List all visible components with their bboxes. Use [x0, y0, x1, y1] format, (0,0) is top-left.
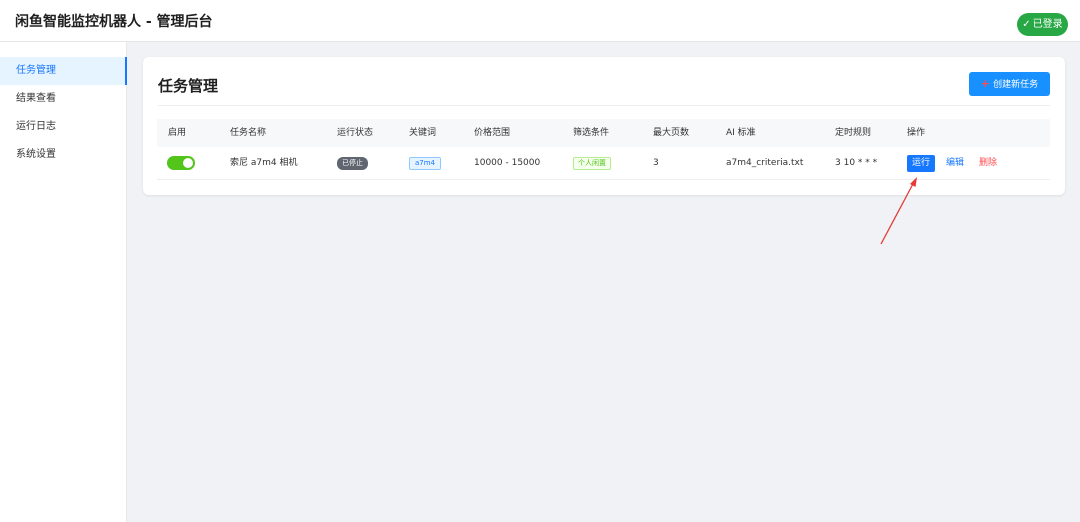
sidebar: 任务管理 结果查看 运行日志 系统设置	[0, 42, 127, 522]
table-row: 索尼 a7m4 相机 已停止 a7m4 10000 - 15000 个人闲置 3…	[157, 147, 1050, 180]
plus-icon: +	[980, 77, 991, 90]
toggle-knob	[183, 158, 193, 168]
column-header-keyword: 关键词	[409, 128, 437, 138]
keyword-tag: a7m4	[409, 157, 442, 170]
login-status-badge: ✓ 已登录	[1017, 13, 1068, 36]
price-range: 10000 - 15000	[474, 158, 541, 168]
app-title: 闲鱼智能监控机器人 - 管理后台	[15, 14, 213, 30]
task-management-card: 任务管理 + 创建新任务 启用 任务名称 运行状态 关键词 价格范围 筛选条件 最…	[143, 57, 1065, 195]
sidebar-item-results[interactable]: 结果查看	[0, 85, 127, 113]
app-header: 闲鱼智能监控机器人 - 管理后台 ✓ 已登录	[0, 0, 1080, 42]
sidebar-item-logs[interactable]: 运行日志	[0, 113, 127, 141]
column-header-name: 任务名称	[230, 128, 267, 138]
check-icon: ✓	[1022, 19, 1031, 30]
max-pages: 3	[653, 158, 659, 168]
filter-tag: 个人闲置	[573, 157, 611, 170]
schedule-cron: 3 10 * * *	[835, 158, 878, 168]
column-header-schedule: 定时规则	[835, 128, 872, 138]
login-status-label: 已登录	[1032, 19, 1063, 30]
column-header-filter: 筛选条件	[573, 128, 610, 138]
delete-link[interactable]: 删除	[979, 147, 997, 180]
task-name: 索尼 a7m4 相机	[230, 158, 298, 168]
edit-link[interactable]: 编辑	[946, 147, 964, 180]
sidebar-item-task-management[interactable]: 任务管理	[0, 57, 127, 85]
enable-toggle[interactable]	[167, 156, 195, 170]
column-header-ai-criteria: AI 标准	[726, 128, 756, 138]
create-task-label: 创建新任务	[993, 80, 1039, 90]
status-badge: 已停止	[337, 157, 368, 170]
ai-criteria-file: a7m4_criteria.txt	[726, 158, 804, 168]
page-title: 任务管理	[158, 77, 219, 95]
sidebar-item-settings[interactable]: 系统设置	[0, 141, 127, 169]
run-button[interactable]: 运行	[907, 155, 935, 172]
divider	[158, 105, 1050, 106]
column-header-enabled: 启用	[168, 128, 187, 138]
column-header-max-pages: 最大页数	[653, 128, 690, 138]
column-header-actions: 操作	[907, 128, 926, 138]
create-task-button[interactable]: + 创建新任务	[969, 72, 1050, 96]
column-header-status: 运行状态	[337, 128, 374, 138]
table-header: 启用 任务名称 运行状态 关键词 价格范围 筛选条件 最大页数 AI 标准 定时…	[157, 119, 1050, 147]
column-header-price: 价格范围	[474, 128, 511, 138]
